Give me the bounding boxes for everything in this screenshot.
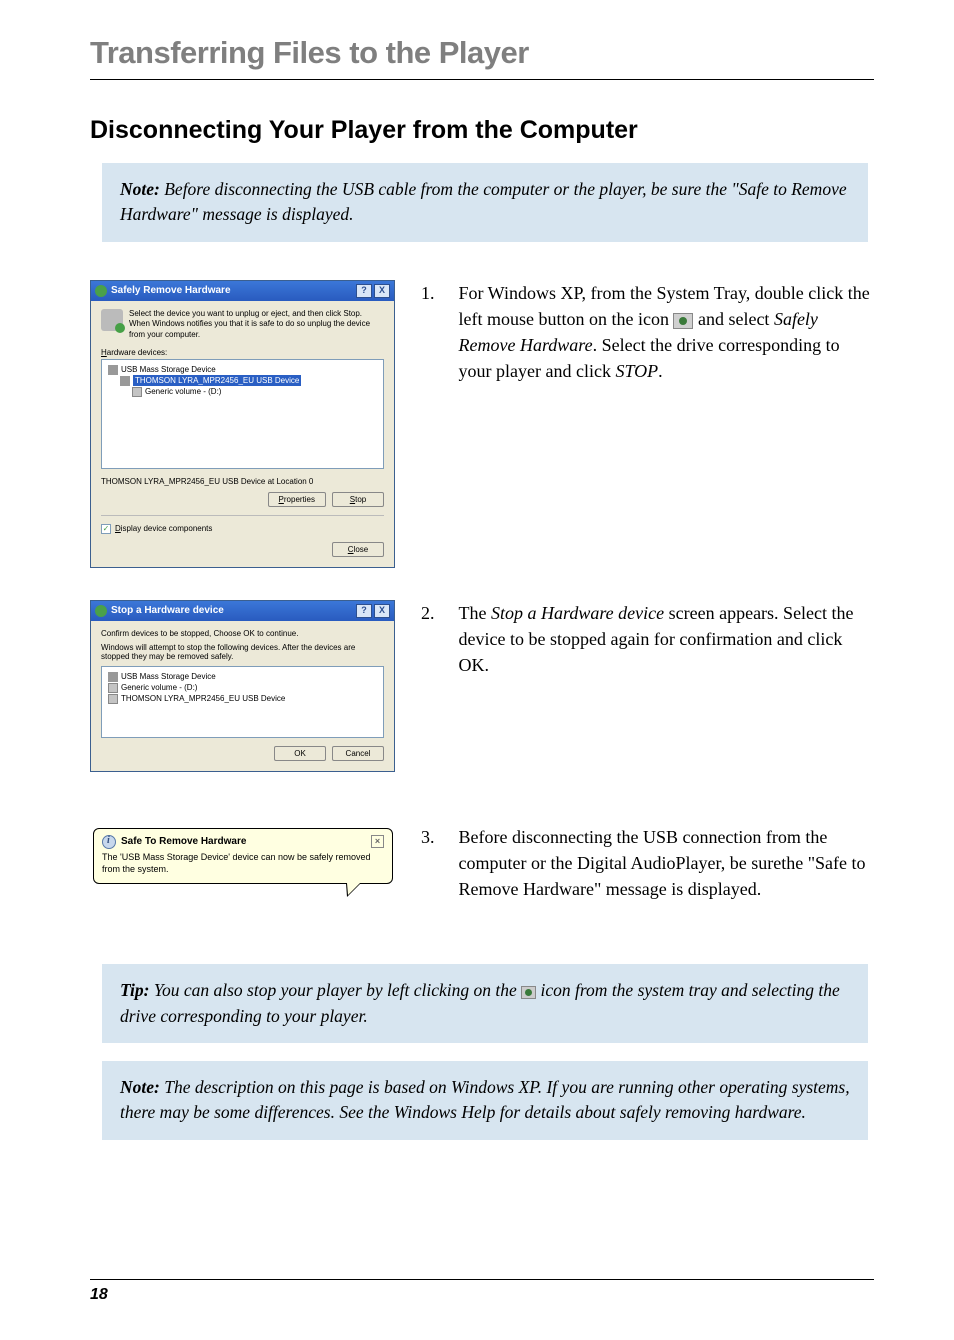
row-step-3: Safe To Remove Hardware × The 'USB Mass … <box>90 824 874 902</box>
step-2-text: The Stop a Hardware device screen appear… <box>459 600 875 678</box>
note-lead: Note: <box>120 1077 160 1097</box>
close-button[interactable]: Close <box>332 542 384 557</box>
dialog-title: Safely Remove Hardware <box>111 285 231 296</box>
help-button[interactable]: ? <box>356 284 372 298</box>
dialog-titlebar: Safely Remove Hardware ? X <box>91 281 394 301</box>
bottom-note-box: Note: The description on this page is ba… <box>102 1061 868 1140</box>
dialog-stop-hardware-device: Stop a Hardware device ? X Confirm devic… <box>90 600 395 772</box>
dialog2-line1: Confirm devices to be stopped, Choose OK… <box>101 629 384 638</box>
balloon-title: Safe To Remove Hardware <box>121 836 246 847</box>
row-step-2: Stop a Hardware device ? X Confirm devic… <box>90 600 874 800</box>
note-lead: Note: <box>120 179 160 199</box>
close-button[interactable]: X <box>374 604 390 618</box>
dialog2-line2: Windows will attempt to stop the followi… <box>101 643 384 661</box>
dialog-titlebar: Stop a Hardware device ? X <box>91 601 394 621</box>
safely-remove-hardware-tray-icon <box>521 986 536 999</box>
row-step-1: Safely Remove Hardware ? X Select the de… <box>90 280 874 596</box>
note-body: Before disconnecting the USB cable from … <box>120 179 847 224</box>
ok-button[interactable]: OK <box>274 746 326 761</box>
device-icon <box>101 309 123 331</box>
page-number: 18 <box>90 1286 108 1303</box>
drive-icon <box>108 694 118 704</box>
usb-device-icon <box>108 672 118 682</box>
properties-button[interactable]: Properties <box>268 492 326 507</box>
device-list[interactable]: USB Mass Storage Device Generic volume -… <box>101 666 384 738</box>
stop-button[interactable]: Stop <box>332 492 384 507</box>
help-button[interactable]: ? <box>356 604 372 618</box>
balloon-close-button[interactable]: × <box>371 835 384 848</box>
top-note-box: Note: Before disconnecting the USB cable… <box>102 163 868 242</box>
tree-item[interactable]: USB Mass Storage Device <box>121 364 216 375</box>
info-icon <box>102 835 116 849</box>
section-title: Disconnecting Your Player from the Compu… <box>90 116 874 145</box>
balloon-notification: Safe To Remove Hardware × The 'USB Mass … <box>93 828 393 884</box>
list-item[interactable]: Generic volume - (D:) <box>121 682 197 693</box>
tree-item[interactable]: Generic volume - (D:) <box>145 386 221 397</box>
hardware-devices-label: HHardware devices:ardware devices: <box>101 348 384 357</box>
dialog-safely-remove-hardware: Safely Remove Hardware ? X Select the de… <box>90 280 395 568</box>
list-item[interactable]: THOMSON LYRA_MPR2456_EU USB Device <box>121 693 285 704</box>
close-button[interactable]: X <box>374 284 390 298</box>
dialog-title: Stop a Hardware device <box>111 605 224 616</box>
dialog-description: Select the device you want to unplug or … <box>129 309 384 340</box>
device-icon <box>120 376 130 386</box>
checkbox-label: Display device components <box>115 524 212 533</box>
step-1-text: For Windows XP, from the System Tray, do… <box>459 280 875 384</box>
device-tree[interactable]: USB Mass Storage Device THOMSON LYRA_MPR… <box>101 359 384 469</box>
tree-item-selected[interactable]: THOMSON LYRA_MPR2456_EU USB Device <box>133 375 301 386</box>
device-status: THOMSON LYRA_MPR2456_EU USB Device at Lo… <box>101 477 384 486</box>
drive-icon <box>132 387 142 397</box>
safely-remove-hardware-tray-icon <box>673 313 693 329</box>
balloon-body: The 'USB Mass Storage Device' device can… <box>102 852 384 875</box>
usb-device-icon <box>108 365 118 375</box>
display-components-checkbox[interactable]: ✓ <box>101 524 111 534</box>
step-number: 2. <box>421 600 435 678</box>
chapter-title: Transferring Files to the Player <box>90 35 874 80</box>
tip-box: Tip: You can also stop your player by le… <box>102 964 868 1043</box>
step-number: 3. <box>421 824 435 902</box>
list-item[interactable]: USB Mass Storage Device <box>121 671 216 682</box>
usb-icon <box>95 285 107 297</box>
cancel-button[interactable]: Cancel <box>332 746 384 761</box>
page-footer: 18 <box>90 1279 874 1304</box>
step-3-text: Before disconnecting the USB connection … <box>459 824 875 902</box>
note-body: The description on this page is based on… <box>120 1077 850 1122</box>
drive-icon <box>108 683 118 693</box>
step-number: 1. <box>421 280 435 384</box>
tip-lead: Tip: <box>120 980 149 1000</box>
usb-icon <box>95 605 107 617</box>
